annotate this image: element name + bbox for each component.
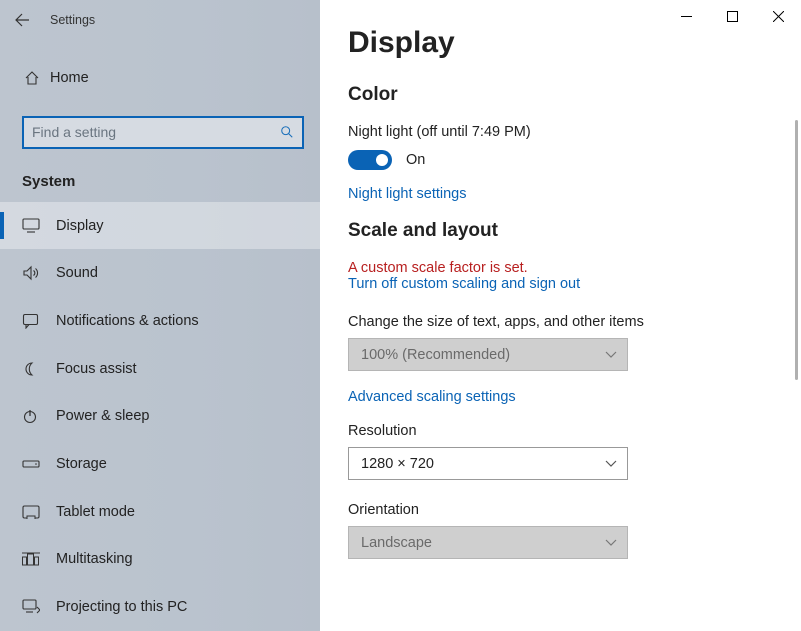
change-size-label: Change the size of text, apps, and other…	[348, 314, 750, 330]
sidebar-item-label: Notifications & actions	[56, 313, 199, 329]
sidebar-item-label: Storage	[56, 456, 107, 472]
minimize-button[interactable]	[663, 0, 709, 32]
scrollbar[interactable]	[795, 120, 798, 380]
app-title: Settings	[50, 13, 95, 27]
sidebar-item-sound[interactable]: Sound	[0, 249, 320, 297]
storage-icon	[22, 458, 56, 470]
toggle-knob	[376, 154, 388, 166]
resolution-value: 1280 × 720	[361, 456, 434, 472]
minimize-icon	[681, 11, 692, 22]
window-controls	[663, 0, 801, 32]
back-arrow-icon	[14, 12, 30, 28]
home-icon	[24, 70, 50, 86]
sound-icon	[22, 265, 56, 281]
toggle-state-label: On	[406, 152, 425, 168]
resolution-label: Resolution	[348, 423, 750, 439]
power-icon	[22, 408, 56, 424]
scale-section-title: Scale and layout	[348, 220, 750, 242]
sidebar-section-header: System	[22, 173, 320, 190]
sidebar-item-label: Projecting to this PC	[56, 599, 187, 615]
sidebar-item-display[interactable]: Display	[0, 202, 320, 250]
content-area: Display Color Night light (off until 7:4…	[320, 0, 750, 559]
maximize-button[interactable]	[709, 0, 755, 32]
text-size-value: 100% (Recommended)	[361, 347, 510, 363]
text-size-dropdown: 100% (Recommended)	[348, 338, 628, 371]
tablet-icon	[22, 505, 56, 519]
multitasking-icon	[22, 552, 56, 566]
orientation-dropdown: Landscape	[348, 526, 628, 559]
sidebar: Settings Home System Display Sound	[0, 0, 320, 631]
sidebar-item-storage[interactable]: Storage	[0, 440, 320, 488]
turn-off-custom-scaling-link[interactable]: Turn off custom scaling and sign out	[348, 276, 750, 292]
sidebar-item-label: Focus assist	[56, 361, 137, 377]
chevron-down-icon	[605, 460, 617, 468]
advanced-scaling-link[interactable]: Advanced scaling settings	[348, 389, 750, 405]
sidebar-item-focusassist[interactable]: Focus assist	[0, 345, 320, 393]
sidebar-item-label: Tablet mode	[56, 504, 135, 520]
sidebar-item-notifications[interactable]: Notifications & actions	[0, 297, 320, 345]
maximize-icon	[727, 11, 738, 22]
night-light-settings-link[interactable]: Night light settings	[348, 186, 750, 202]
search-input[interactable]	[24, 124, 272, 140]
back-button[interactable]	[0, 0, 44, 40]
sidebar-item-powersleep[interactable]: Power & sleep	[0, 392, 320, 440]
search-box[interactable]	[22, 116, 304, 149]
notifications-icon	[22, 313, 56, 329]
sidebar-item-label: Display	[56, 218, 104, 234]
home-label: Home	[50, 70, 89, 86]
night-light-toggle-row: On	[348, 150, 750, 170]
sidebar-item-projecting[interactable]: Projecting to this PC	[0, 583, 320, 631]
main-pane: Display Color Night light (off until 7:4…	[320, 0, 801, 631]
sidebar-item-tabletmode[interactable]: Tablet mode	[0, 488, 320, 536]
close-button[interactable]	[755, 0, 801, 32]
sidebar-home[interactable]: Home	[0, 58, 320, 98]
resolution-dropdown[interactable]: 1280 × 720	[348, 447, 628, 480]
chevron-down-icon	[605, 539, 617, 547]
orientation-value: Landscape	[361, 535, 432, 551]
color-section-title: Color	[348, 84, 750, 106]
projecting-icon	[22, 599, 56, 615]
chevron-down-icon	[605, 351, 617, 359]
scale-warning-text: A custom scale factor is set.	[348, 260, 750, 276]
focus-assist-icon	[22, 361, 56, 377]
night-light-toggle[interactable]	[348, 150, 392, 170]
night-light-label: Night light (off until 7:49 PM)	[348, 124, 750, 140]
sidebar-item-label: Multitasking	[56, 551, 133, 567]
orientation-label: Orientation	[348, 502, 750, 518]
close-icon	[773, 11, 784, 22]
display-icon	[22, 218, 56, 233]
sidebar-item-label: Sound	[56, 265, 98, 281]
sidebar-item-label: Power & sleep	[56, 408, 150, 424]
sidebar-titlebar: Settings	[0, 0, 320, 40]
search-icon	[272, 125, 302, 139]
sidebar-item-multitasking[interactable]: Multitasking	[0, 536, 320, 584]
